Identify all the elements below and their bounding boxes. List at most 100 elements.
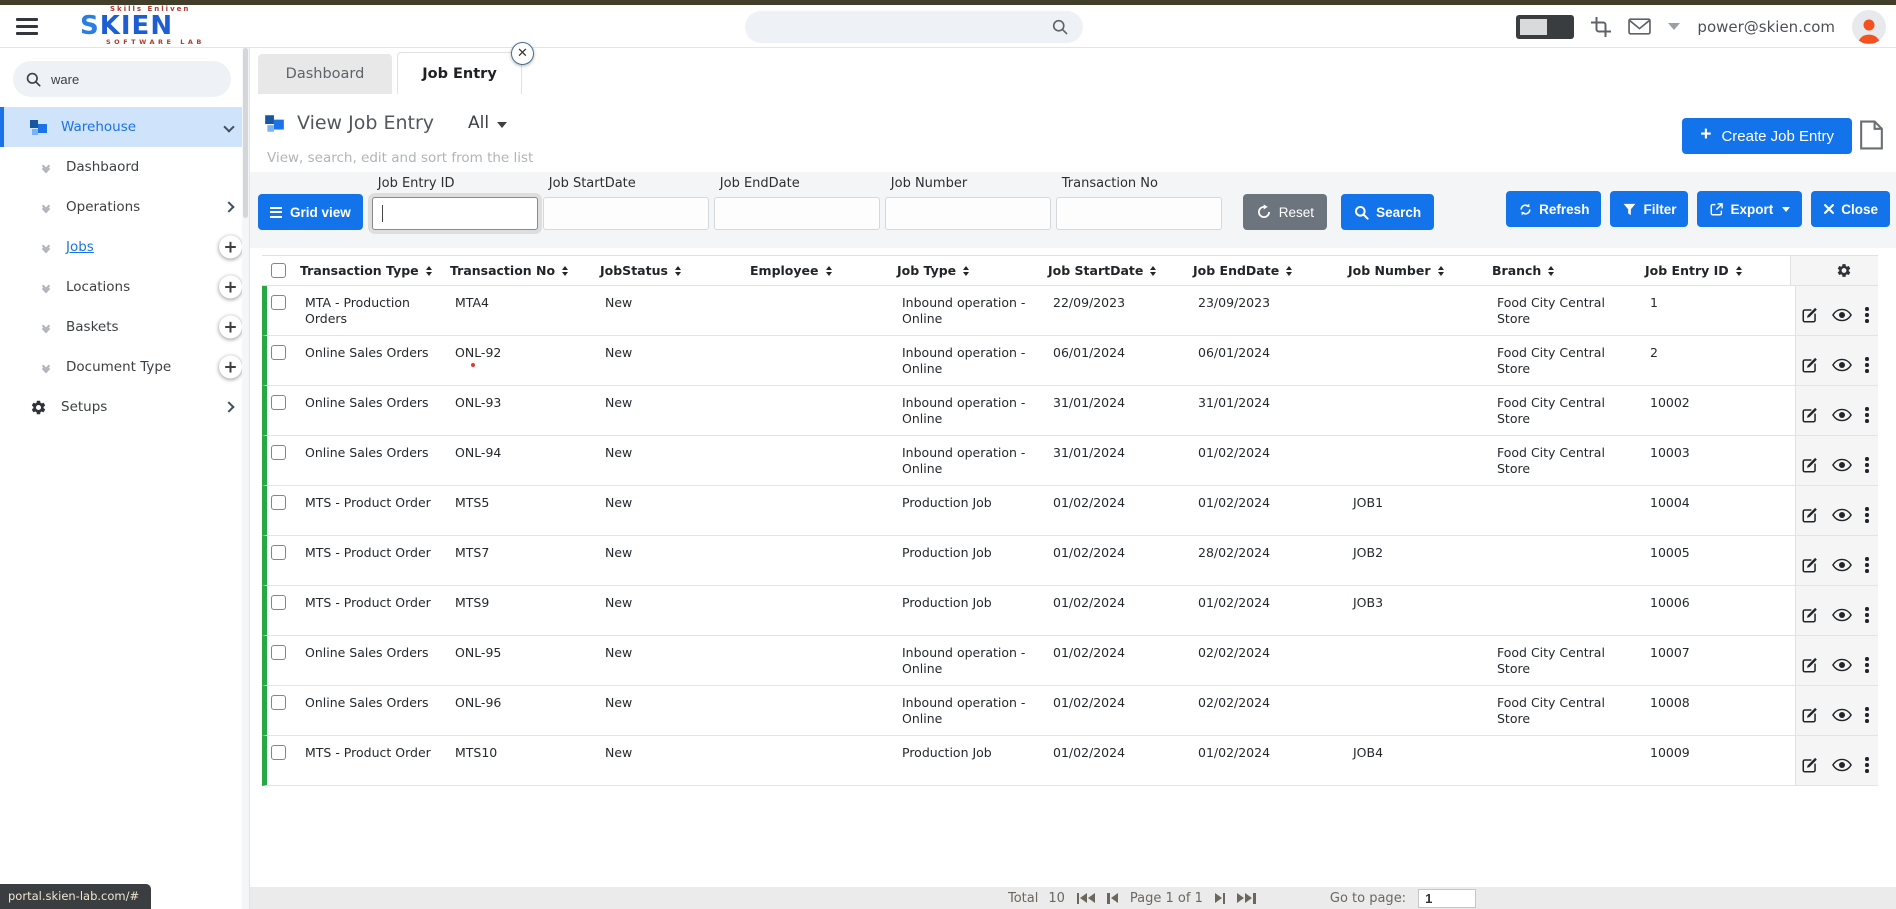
row-checkbox[interactable] bbox=[271, 495, 286, 510]
edit-row-button[interactable] bbox=[1801, 306, 1819, 324]
account-email[interactable]: power@skien.com bbox=[1697, 18, 1835, 36]
view-row-button[interactable] bbox=[1832, 658, 1852, 672]
search-button[interactable]: Search bbox=[1341, 194, 1434, 230]
row-menu-kebab-icon[interactable] bbox=[1865, 607, 1869, 623]
add-jobs-button[interactable]: + bbox=[219, 236, 242, 259]
create-job-entry-button[interactable]: + Create Job Entry bbox=[1682, 118, 1852, 154]
edit-row-button[interactable] bbox=[1801, 756, 1819, 774]
filter-input-job-enddate[interactable] bbox=[714, 197, 880, 230]
tab-dashboard[interactable]: Dashboard bbox=[258, 54, 392, 94]
contrast-toggle[interactable] bbox=[1516, 15, 1574, 39]
edit-row-button[interactable] bbox=[1801, 456, 1819, 474]
view-row-button[interactable] bbox=[1832, 308, 1852, 322]
select-all-checkbox[interactable] bbox=[271, 263, 286, 278]
sidebar-search-input[interactable] bbox=[51, 72, 191, 87]
column-header-job-number[interactable]: Job Number bbox=[1348, 263, 1492, 278]
row-checkbox[interactable] bbox=[271, 645, 286, 660]
column-header-employee[interactable]: Employee bbox=[750, 263, 897, 278]
sort-icon[interactable] bbox=[1286, 266, 1292, 276]
scope-dropdown[interactable]: All bbox=[468, 113, 507, 133]
table-settings-gear-icon[interactable] bbox=[1836, 262, 1852, 279]
add-document-type-button[interactable]: + bbox=[219, 356, 242, 379]
sort-icon[interactable] bbox=[1736, 266, 1742, 276]
column-header-jobstatus[interactable]: JobStatus bbox=[600, 263, 750, 278]
row-checkbox[interactable] bbox=[271, 345, 286, 360]
first-page-button[interactable] bbox=[1077, 893, 1096, 904]
row-menu-kebab-icon[interactable] bbox=[1865, 557, 1869, 573]
sort-icon[interactable] bbox=[675, 266, 681, 276]
row-menu-kebab-icon[interactable] bbox=[1865, 707, 1869, 723]
refresh-button[interactable]: Refresh bbox=[1506, 191, 1601, 227]
row-menu-kebab-icon[interactable] bbox=[1865, 357, 1869, 373]
add-locations-button[interactable]: + bbox=[219, 276, 242, 299]
view-row-button[interactable] bbox=[1832, 458, 1852, 472]
row-menu-kebab-icon[interactable] bbox=[1865, 307, 1869, 323]
row-menu-kebab-icon[interactable] bbox=[1865, 657, 1869, 673]
edit-row-button[interactable] bbox=[1801, 506, 1819, 524]
view-row-button[interactable] bbox=[1832, 558, 1852, 572]
crop-icon[interactable] bbox=[1591, 17, 1611, 37]
sort-icon[interactable] bbox=[1438, 266, 1444, 276]
sidebar-item-baskets[interactable]: Baskets+ bbox=[0, 307, 249, 347]
close-tab-icon[interactable]: ✕ bbox=[511, 42, 534, 65]
reset-button[interactable]: Reset bbox=[1243, 194, 1327, 230]
row-menu-kebab-icon[interactable] bbox=[1865, 457, 1869, 473]
view-row-button[interactable] bbox=[1832, 708, 1852, 722]
row-checkbox[interactable] bbox=[271, 595, 286, 610]
sidebar-item-setups[interactable]: Setups bbox=[0, 387, 249, 427]
last-page-button[interactable] bbox=[1237, 893, 1256, 904]
view-row-button[interactable] bbox=[1832, 408, 1852, 422]
next-page-button[interactable] bbox=[1215, 893, 1226, 904]
close-button[interactable]: Close bbox=[1811, 191, 1890, 227]
document-icon[interactable] bbox=[1859, 120, 1884, 150]
filter-input-job-number[interactable] bbox=[885, 197, 1051, 230]
view-row-button[interactable] bbox=[1832, 608, 1852, 622]
search-icon[interactable] bbox=[1051, 18, 1069, 36]
column-header-branch[interactable]: Branch bbox=[1492, 263, 1645, 278]
row-menu-kebab-icon[interactable] bbox=[1865, 507, 1869, 523]
row-checkbox[interactable] bbox=[271, 445, 286, 460]
row-checkbox[interactable] bbox=[271, 695, 286, 710]
row-checkbox[interactable] bbox=[271, 295, 286, 310]
filter-input-transaction-no[interactable] bbox=[1056, 197, 1222, 230]
view-row-button[interactable] bbox=[1832, 758, 1852, 772]
sort-icon[interactable] bbox=[963, 266, 969, 276]
prev-page-button[interactable] bbox=[1107, 893, 1118, 904]
sort-icon[interactable] bbox=[562, 266, 568, 276]
column-header-job-type[interactable]: Job Type bbox=[897, 263, 1048, 278]
mail-icon[interactable] bbox=[1628, 18, 1651, 35]
filter-input-job-entry-id[interactable] bbox=[372, 197, 538, 230]
sidebar-item-jobs[interactable]: Jobs+ bbox=[0, 227, 249, 267]
sort-icon[interactable] bbox=[826, 266, 832, 276]
row-checkbox[interactable] bbox=[271, 545, 286, 560]
goto-page-input[interactable] bbox=[1418, 889, 1476, 908]
edit-row-button[interactable] bbox=[1801, 656, 1819, 674]
edit-row-button[interactable] bbox=[1801, 556, 1819, 574]
column-header-transaction-type[interactable]: Transaction Type bbox=[300, 263, 450, 278]
row-checkbox[interactable] bbox=[271, 395, 286, 410]
view-row-button[interactable] bbox=[1832, 358, 1852, 372]
sidebar-item-document-type[interactable]: Document Type+ bbox=[0, 347, 249, 387]
column-header-job-enddate[interactable]: Job EndDate bbox=[1193, 263, 1348, 278]
sidebar-scrollbar[interactable] bbox=[242, 48, 249, 909]
row-checkbox[interactable] bbox=[271, 745, 286, 760]
edit-row-button[interactable] bbox=[1801, 606, 1819, 624]
filter-input-job-startdate[interactable] bbox=[543, 197, 709, 230]
tab-job-entry[interactable]: Job Entry ✕ bbox=[397, 52, 522, 94]
sort-icon[interactable] bbox=[426, 266, 432, 276]
export-button[interactable]: Export bbox=[1697, 191, 1802, 227]
global-search-input[interactable] bbox=[745, 20, 1051, 35]
sort-icon[interactable] bbox=[1150, 266, 1156, 276]
edit-row-button[interactable] bbox=[1801, 706, 1819, 724]
account-dropdown-caret-icon[interactable] bbox=[1668, 23, 1680, 30]
grid-view-button[interactable]: Grid view bbox=[258, 194, 363, 230]
edit-row-button[interactable] bbox=[1801, 406, 1819, 424]
row-menu-kebab-icon[interactable] bbox=[1865, 407, 1869, 423]
sidebar-item-dashbaord[interactable]: Dashbaord bbox=[0, 147, 249, 187]
sidebar-item-warehouse[interactable]: Warehouse bbox=[0, 107, 249, 147]
sidebar-item-locations[interactable]: Locations+ bbox=[0, 267, 249, 307]
sort-icon[interactable] bbox=[1548, 266, 1554, 276]
edit-row-button[interactable] bbox=[1801, 356, 1819, 374]
avatar[interactable] bbox=[1852, 10, 1886, 44]
column-header-job-startdate[interactable]: Job StartDate bbox=[1048, 263, 1193, 278]
